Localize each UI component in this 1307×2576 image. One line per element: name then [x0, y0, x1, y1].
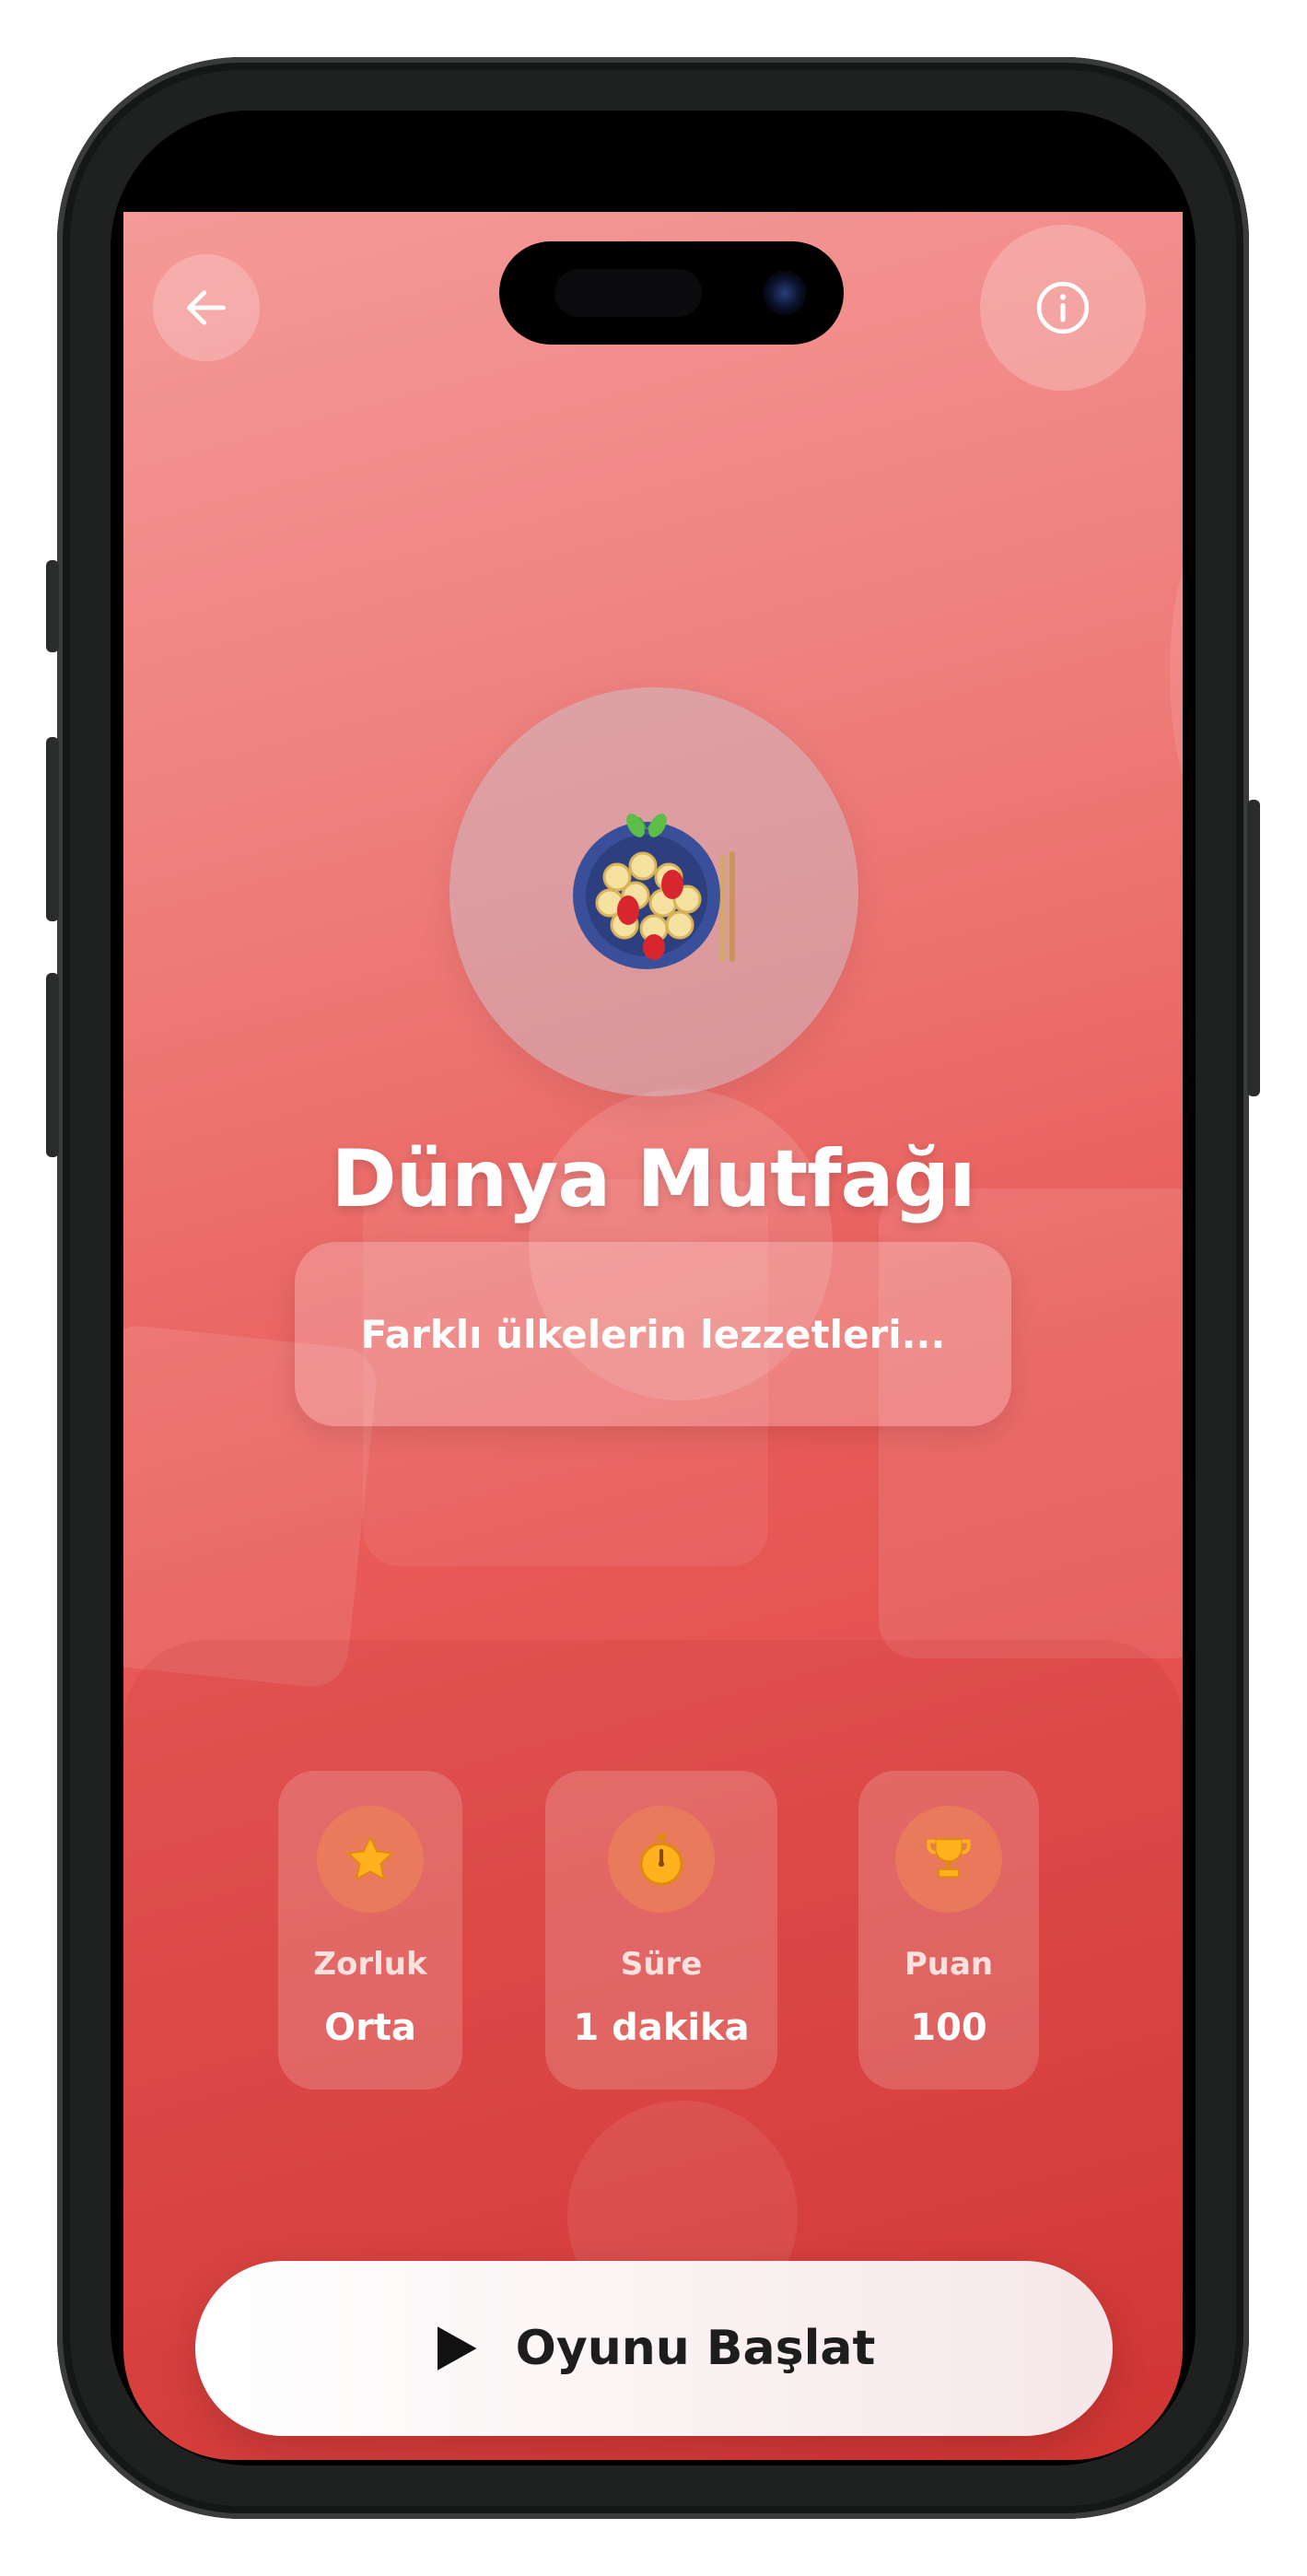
app-screen: Dünya Mutfağı Farklı ülkelerin lezzetler…: [123, 212, 1183, 2460]
trophy-icon: [927, 1838, 971, 1879]
action-button: [46, 560, 59, 652]
stat-card-points: Puan 100: [858, 1771, 1039, 2090]
stat-label: Zorluk: [313, 1946, 427, 1983]
arrow-left-icon: [187, 290, 227, 325]
description-card: Farklı ülkelerin lezzetleri...: [295, 1242, 1011, 1426]
info-icon: [1036, 281, 1090, 334]
volume-down-button: [46, 973, 59, 1157]
camera-lens: [763, 271, 807, 315]
stat-icon-badge: [895, 1806, 1002, 1913]
dynamic-island: [499, 241, 844, 345]
start-game-label: Oyunu Başlat: [515, 2321, 876, 2376]
volume-up-button: [46, 737, 59, 921]
start-game-button[interactable]: Oyunu Başlat: [195, 2261, 1113, 2436]
stat-card-duration: Süre 1 dakika: [545, 1771, 777, 2090]
stat-value: Orta: [324, 2007, 416, 2049]
description-text: Farklı ülkelerin lezzetleri...: [360, 1311, 946, 1357]
emoji-circle: [449, 687, 858, 1096]
stat-value: 1 dakika: [573, 2007, 750, 2049]
stat-label: Süre: [620, 1946, 703, 1983]
bezel: Dünya Mutfağı Farklı ülkelerin lezzetler…: [111, 111, 1196, 2465]
stat-value: 100: [910, 2007, 987, 2049]
star-icon: [346, 1834, 394, 1881]
back-button[interactable]: [153, 254, 260, 361]
stat-icon-badge: [317, 1806, 424, 1913]
island-sensor: [554, 269, 702, 317]
stopwatch-icon: [639, 1833, 683, 1886]
stat-card-difficulty: Zorluk Orta: [278, 1771, 462, 2090]
power-button: [1247, 800, 1260, 1096]
page-title: Dünya Mutfağı: [331, 1133, 975, 1225]
pasta-plate-icon: [573, 814, 735, 969]
play-icon: [437, 2326, 477, 2371]
stat-label: Puan: [904, 1946, 994, 1983]
decor-circle-edge: [1170, 525, 1183, 820]
stat-icon-badge: [608, 1806, 715, 1913]
info-button[interactable]: [980, 225, 1146, 391]
